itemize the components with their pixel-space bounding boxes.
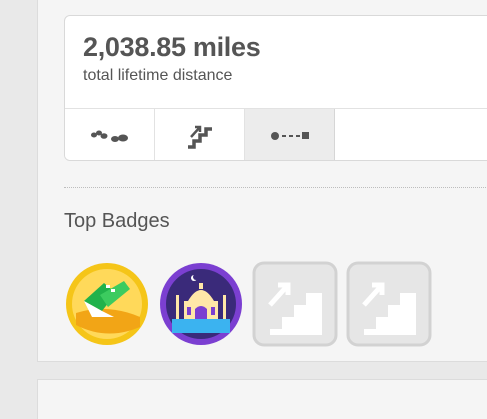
badge-stairs-locked-1[interactable] xyxy=(252,261,338,347)
badge-taj-mahal[interactable] xyxy=(158,261,244,347)
footsteps-icon xyxy=(90,130,128,142)
lifetime-distance-caption: total lifetime distance xyxy=(83,67,233,84)
badge-stairs-locked-2[interactable] xyxy=(346,261,432,347)
lifetime-stats-card: 2,038.85 miles total lifetime distance xyxy=(64,15,487,161)
shoe-badge-icon xyxy=(66,263,148,345)
stairs-badge-icon xyxy=(346,261,432,347)
next-panel xyxy=(37,379,487,419)
tab-floors[interactable] xyxy=(155,109,245,160)
tab-distance[interactable] xyxy=(245,109,335,160)
stat-type-tabs xyxy=(65,108,487,160)
top-badges-title: Top Badges xyxy=(64,210,170,232)
tab-steps[interactable] xyxy=(65,109,155,160)
section-divider xyxy=(64,187,487,188)
stats-panel: 2,038.85 miles total lifetime distance T… xyxy=(37,0,487,362)
lifetime-distance-value: 2,038.85 miles xyxy=(83,32,261,62)
distance-path-icon xyxy=(270,131,309,140)
stairs-badge-icon xyxy=(252,261,338,347)
badge-shoe[interactable] xyxy=(64,261,150,347)
taj-mahal-badge-icon xyxy=(160,263,242,345)
stairs-icon xyxy=(187,125,212,149)
